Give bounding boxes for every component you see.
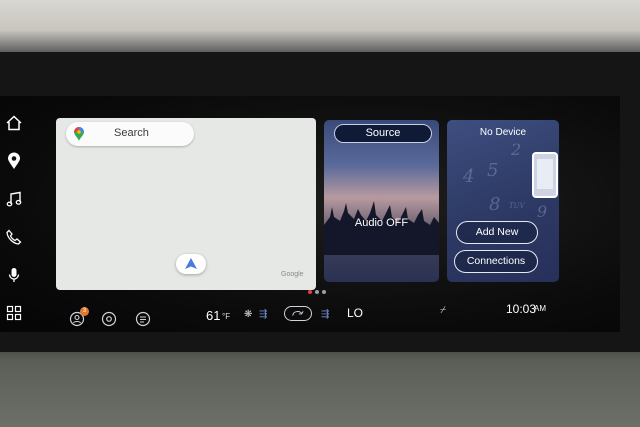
keypad-digit: 4: [463, 166, 475, 187]
keypad-digit: 9: [537, 202, 548, 221]
phone-disconnected-icon: ⌿: [440, 305, 446, 316]
page-indicator-active[interactable]: [308, 290, 312, 294]
microphone-icon[interactable]: [5, 266, 23, 284]
audio-card[interactable]: [324, 120, 439, 282]
fan-speed-icon[interactable]: ⇶: [321, 309, 329, 320]
temperature-unit: °F: [222, 312, 231, 321]
airflow-mode-icon[interactable]: ⇶: [259, 309, 267, 320]
keypad-digit: 8: [489, 194, 501, 215]
home-icon[interactable]: [5, 114, 23, 132]
location-pin-icon[interactable]: [5, 152, 23, 170]
map-attribution: Google: [281, 271, 304, 278]
navigation-arrow-icon: [185, 258, 197, 269]
recirculation-button[interactable]: [284, 306, 312, 321]
add-new-button[interactable]: Add New: [456, 221, 538, 244]
phone-icon[interactable]: [5, 228, 23, 246]
source-button[interactable]: Source: [334, 124, 432, 143]
search-label: Search: [114, 127, 149, 139]
phone-status: No Device: [479, 127, 527, 138]
connections-button[interactable]: Connections: [454, 250, 538, 273]
notification-badge: 3: [80, 307, 89, 316]
page-indicator[interactable]: [315, 290, 319, 294]
recirculation-icon: [292, 311, 304, 316]
clock-time: 10:03: [506, 302, 537, 316]
app-grid-icon[interactable]: [5, 304, 23, 322]
clock-period: AM: [534, 304, 546, 313]
seat-heat-icon[interactable]: [135, 311, 151, 327]
keypad-digit: 5: [487, 160, 499, 181]
music-note-icon[interactable]: [5, 190, 23, 208]
search-bar[interactable]: Search: [66, 122, 194, 146]
audio-status: Audio OFF: [354, 217, 409, 229]
keypad-letters: TUV: [509, 202, 525, 210]
temperature-value[interactable]: 61: [206, 308, 220, 323]
fan-level[interactable]: LO: [347, 306, 363, 320]
navigation-arrow-button[interactable]: [176, 254, 206, 274]
settings-gear-icon[interactable]: [101, 311, 117, 327]
seat-cool-icon[interactable]: ❋: [244, 309, 252, 320]
page-indicator[interactable]: [322, 290, 326, 294]
keypad-digit: 2: [511, 140, 522, 159]
smartphone-icon: [532, 152, 558, 198]
maps-pin-icon: [74, 127, 84, 141]
